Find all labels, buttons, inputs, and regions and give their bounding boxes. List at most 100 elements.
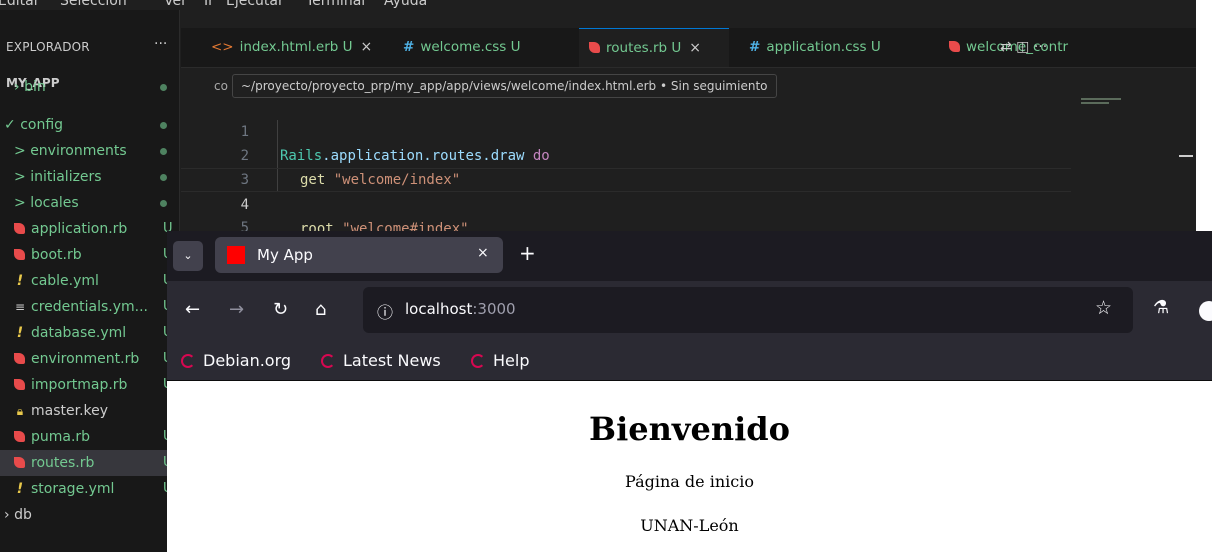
chevron-right-icon: › — [14, 79, 25, 95]
chevron-down-icon: ✓ — [4, 117, 21, 133]
chevron-right-icon: › — [4, 507, 15, 523]
browser-nav-bar: ← → ↻ ⌂ ⓘ localhost:3000 ☆ ⚗ — [167, 281, 1212, 341]
tree-folder-config[interactable]: ✓ config — [0, 112, 179, 138]
tree-file-routes-rb[interactable]: routes.rb U — [0, 450, 179, 476]
menu-ayuda[interactable]: Ayuda — [384, 0, 427, 9]
bookmark-debian[interactable]: Debian.org — [181, 351, 291, 370]
ruby-file-icon — [14, 457, 25, 468]
modified-dot — [160, 174, 167, 181]
menu-terminal[interactable]: Terminal — [306, 0, 365, 9]
modified-dot — [160, 122, 167, 129]
editor-actions[interactable]: ⇄ ◫ ··· — [1000, 28, 1047, 68]
forward-arrow-icon[interactable]: → — [229, 299, 244, 320]
tree-file-boot-rb[interactable]: boot.rb U — [0, 242, 179, 268]
css-file-icon: # — [403, 39, 415, 55]
lock-icon: 🔒︎ — [16, 404, 24, 418]
url-bar[interactable]: ⓘ localhost:3000 — [363, 287, 1133, 333]
page-heading: Bienvenido — [589, 410, 790, 448]
credentials-file-icon: ≡ — [14, 300, 26, 314]
url-text[interactable]: localhost:3000 — [405, 300, 516, 318]
debian-swirl-icon — [471, 354, 485, 368]
ruby-file-icon — [14, 223, 25, 234]
browser-tab-my-app[interactable]: My App × — [215, 237, 503, 273]
home-icon[interactable]: ⌂ — [315, 299, 326, 320]
yaml-file-icon: ! — [16, 325, 24, 341]
close-icon[interactable]: × — [361, 39, 373, 55]
tree-folder-initializers[interactable]: > initializers — [0, 164, 179, 190]
browser-tab-strip: ⌄ My App × + — [167, 231, 1212, 281]
scrollbar-marker[interactable] — [1179, 155, 1193, 157]
ruby-file-icon — [589, 42, 600, 53]
menu-seleccion[interactable]: Selección — [60, 0, 127, 9]
tree-file-storage-yml[interactable]: !storage.yml U — [0, 476, 179, 502]
new-tab-button[interactable]: + — [519, 241, 536, 265]
explorer-sidebar: EXPLORADOR ··· MY_APP › bin ✓ config > e… — [0, 10, 180, 552]
bookmark-star-icon[interactable]: ☆ — [1095, 297, 1112, 319]
code-line-current: 4 root "welcome#index" — [181, 168, 1071, 237]
favicon-icon — [227, 246, 245, 264]
close-icon[interactable]: × — [477, 245, 489, 261]
ruby-file-icon — [14, 379, 25, 390]
tree-folder-bin[interactable]: › bin — [0, 79, 179, 114]
ruby-file-icon — [14, 353, 25, 364]
menu-ir[interactable]: Ir — [204, 0, 214, 9]
tab-index-html-erb[interactable]: <> index.html.erb U × — [201, 28, 391, 67]
yaml-file-icon: ! — [16, 481, 24, 497]
tab-routes-rb[interactable]: routes.rb U × — [579, 28, 729, 67]
tree-file-importmap-rb[interactable]: importmap.rb U — [0, 372, 179, 398]
tree-folder-db[interactable]: › db — [0, 502, 179, 528]
code-editor[interactable]: 1 Rails.application.routes.draw do 2 get… — [181, 96, 1196, 260]
menu-ver[interactable]: Ver — [164, 0, 187, 9]
breadcrumb[interactable]: co — [214, 79, 228, 93]
modified-dot — [160, 200, 167, 207]
labs-flask-icon[interactable]: ⚗ — [1153, 297, 1169, 318]
tree-folder-environments[interactable]: > environments — [0, 138, 179, 164]
code-line: 3 — [240, 172, 249, 188]
page-institution: UNAN-León — [640, 516, 739, 535]
tree-file-master-key[interactable]: 🔒︎ master.key — [0, 398, 179, 424]
chevron-right-icon: > — [14, 169, 31, 185]
minimap[interactable] — [1081, 96, 1131, 116]
chevron-down-icon[interactable]: ⌄ — [173, 241, 203, 271]
tree-file-cable-yml[interactable]: !cable.yml U — [0, 268, 179, 294]
tab-application-css[interactable]: # application.css U — [739, 28, 939, 67]
tree-file-application-rb[interactable]: application.rb U — [0, 216, 179, 242]
bookmarks-toolbar: Debian.org Latest News Help — [167, 341, 1212, 381]
tab-welcome-css[interactable]: # welcome.css U — [393, 28, 573, 67]
bookmark-help[interactable]: Help — [471, 351, 529, 370]
code-line: 5 end — [240, 220, 306, 260]
browser-window: ⌄ My App × + ← → ↻ ⌂ ⓘ localhost:3000 ☆ … — [167, 231, 1212, 552]
ruby-file-icon — [14, 249, 25, 260]
menu-editar[interactable]: Editar — [0, 0, 39, 9]
browser-tab-title: My App — [257, 246, 313, 264]
ruby-file-icon — [14, 431, 25, 442]
tree-file-environment-rb[interactable]: environment.rb U — [0, 346, 179, 372]
modified-dot — [160, 148, 167, 155]
tree-file-puma-rb[interactable]: puma.rb U — [0, 424, 179, 450]
explorer-title: EXPLORADOR — [6, 40, 90, 54]
menu-ejecutar[interactable]: Ejecutar — [226, 0, 284, 9]
code-line: 2 get "welcome/index" — [240, 148, 461, 188]
close-icon[interactable]: × — [689, 40, 701, 56]
code-line: 1 Rails.application.routes.draw do — [240, 124, 550, 164]
modified-dot — [160, 84, 167, 91]
file-path-tooltip: ~/proyecto/proyecto_prp/my_app/app/views… — [232, 74, 777, 98]
debian-swirl-icon — [321, 354, 335, 368]
info-icon[interactable]: ⓘ — [377, 299, 393, 323]
ruby-file-icon — [949, 41, 960, 52]
tree-file-credentials[interactable]: ≡credentials.ym... U — [0, 294, 179, 320]
explorer-more-button[interactable]: ··· — [154, 36, 167, 52]
menu-bar: Editar Selección Ver Ir Ejecutar Termina… — [0, 0, 1196, 10]
bookmark-latest-news[interactable]: Latest News — [321, 351, 441, 370]
tree-folder-locales[interactable]: > locales — [0, 190, 179, 216]
page-subtitle: Página de inicio — [625, 472, 754, 491]
debian-swirl-icon — [181, 354, 195, 368]
account-icon[interactable] — [1199, 301, 1212, 321]
back-arrow-icon[interactable]: ← — [185, 299, 200, 320]
reload-icon[interactable]: ↻ — [273, 299, 288, 320]
css-file-icon: # — [749, 39, 761, 55]
tree-file-database-yml[interactable]: !database.yml U — [0, 320, 179, 346]
window-edge — [1196, 0, 1212, 240]
chevron-right-icon: > — [14, 143, 31, 159]
web-page-content: Bienvenido Página de inicio UNAN-León — [167, 382, 1212, 552]
